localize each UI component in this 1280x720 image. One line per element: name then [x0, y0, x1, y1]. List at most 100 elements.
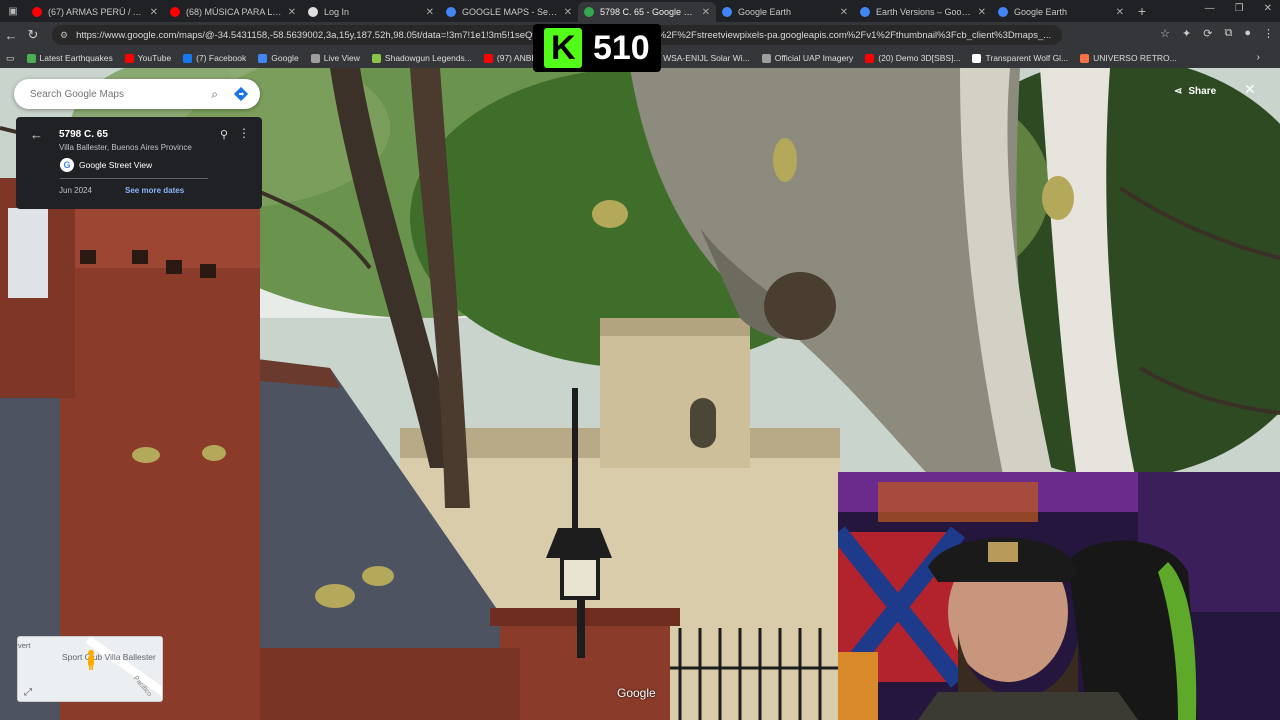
- tab-title: GOOGLE MAPS - Search: [462, 7, 560, 17]
- bookmark-favicon-icon: [371, 53, 381, 63]
- browser-tab[interactable]: 5798 C. 65 - Google Maps ✕: [578, 2, 716, 22]
- bookmark-item[interactable]: YouTube: [124, 53, 172, 63]
- bookmark-label: Live View: [323, 53, 360, 63]
- bookmark-favicon-icon: [972, 53, 982, 63]
- tab-search-icon[interactable]: ▣: [0, 0, 26, 22]
- bookmark-item[interactable]: Transparent Wolf Gl...: [972, 53, 1068, 63]
- maps-search-input[interactable]: [30, 88, 206, 100]
- bookmark-label: (20) Demo 3D[SBS]...: [878, 53, 961, 63]
- extensions-puzzle-icon[interactable]: ⧉: [1224, 27, 1232, 40]
- more-options-icon[interactable]: ⋮: [238, 126, 250, 140]
- bookmark-label: (7) Facebook: [196, 53, 247, 63]
- tab-title: (68) MÚSICA PARA LEER: [186, 7, 284, 17]
- browser-tab[interactable]: Earth Versions – Google Earth ✕: [854, 2, 992, 22]
- toolbar-icons: ☆ ✦ ⟳ ⧉ ● ⋮: [1160, 27, 1274, 40]
- tab-close-icon[interactable]: ✕: [426, 7, 434, 18]
- bookmark-item[interactable]: Latest Earthquakes: [26, 53, 113, 63]
- webcam-overlay: [838, 472, 1280, 720]
- maps-search-box: ⌕: [14, 79, 260, 109]
- tab-close-icon[interactable]: ✕: [288, 7, 296, 18]
- bookmark-item[interactable]: (20) Demo 3D[SBS]...: [865, 53, 960, 63]
- tab-favicon-icon: [446, 7, 456, 17]
- bookmark-item[interactable]: Google: [258, 53, 299, 63]
- bookmark-favicon-icon: [1080, 53, 1090, 63]
- tab-title: Google Earth: [1014, 7, 1068, 17]
- browser-tab[interactable]: Google Earth ✕: [716, 2, 854, 22]
- place-info-card: ← 5798 C. 65 Villa Ballester, Buenos Air…: [16, 117, 262, 209]
- tab-favicon-icon: [308, 7, 318, 17]
- bookmark-item[interactable]: WSA-ENIJL Solar Wi...: [650, 53, 750, 63]
- bookmark-item[interactable]: Shadowgun Legends...: [371, 53, 472, 63]
- tab-close-icon[interactable]: ✕: [840, 7, 848, 18]
- apps-icon[interactable]: ▭: [6, 53, 15, 64]
- back-icon[interactable]: ←: [0, 28, 22, 43]
- minimap-label-left: vert: [18, 641, 31, 650]
- bookmark-label: YouTube: [137, 53, 172, 63]
- tab-title: (67) ARMAS PERÚ / ARMAS: [48, 7, 146, 17]
- tab-close-icon[interactable]: ✕: [978, 7, 986, 18]
- tab-close-icon[interactable]: ✕: [1116, 7, 1124, 18]
- new-tab-button[interactable]: +: [1130, 3, 1154, 19]
- minimap-label-place: Sport Club Villa Ballester: [62, 652, 156, 662]
- close-window-icon[interactable]: ✕: [1264, 3, 1272, 14]
- bookmark-item[interactable]: Official UAP Imagery: [761, 53, 854, 63]
- browser-tab[interactable]: Log In ✕: [302, 2, 440, 22]
- minimize-icon[interactable]: —: [1205, 3, 1215, 14]
- map-pin-icon[interactable]: ⚲: [220, 128, 228, 141]
- browser-tab[interactable]: (67) ARMAS PERÚ / ARMAS ✕: [26, 2, 164, 22]
- expand-map-icon[interactable]: ⤢: [24, 687, 32, 698]
- tab-favicon-icon: [860, 7, 870, 17]
- bookmark-label: WSA-ENIJL Solar Wi...: [663, 53, 750, 63]
- search-icon[interactable]: ⌕: [211, 87, 218, 102]
- bookmark-item[interactable]: Live View: [310, 53, 360, 63]
- tab-title: 5798 C. 65 - Google Maps: [600, 7, 698, 17]
- bookmark-favicon-icon: [483, 53, 493, 63]
- browser-tab[interactable]: (68) MÚSICA PARA LEER ✕: [164, 2, 302, 22]
- tab-favicon-icon: [32, 7, 42, 17]
- place-locality: Villa Ballester, Buenos Aires Province: [59, 143, 192, 152]
- minimap[interactable]: vert Sport Club Villa Ballester Pacifico…: [17, 636, 163, 702]
- reload-icon[interactable]: ↻: [22, 27, 44, 43]
- kick-logo-icon: K: [544, 28, 583, 68]
- bookmarks-overflow-icon[interactable]: ›: [1257, 52, 1260, 63]
- tab-close-icon[interactable]: ✕: [150, 7, 158, 18]
- window-controls: — ❐ ✕: [1205, 3, 1272, 14]
- bookmark-item[interactable]: (7) Facebook: [183, 53, 246, 63]
- share-button[interactable]: ⋖ Share: [1166, 81, 1224, 101]
- pegman-icon[interactable]: [86, 649, 96, 671]
- bookmark-favicon-icon: [183, 53, 193, 63]
- see-more-dates-link[interactable]: See more dates: [125, 186, 184, 195]
- tab-favicon-icon: [584, 7, 594, 17]
- tab-title: Earth Versions – Google Earth: [876, 7, 974, 17]
- bookmark-favicon-icon: [124, 53, 134, 63]
- tab-title: Log In: [324, 7, 350, 17]
- tab-close-icon[interactable]: ✕: [702, 7, 710, 18]
- bookmark-label: Official UAP Imagery: [774, 53, 854, 63]
- back-arrow-icon[interactable]: ←: [30, 127, 43, 142]
- tab-close-icon[interactable]: ✕: [564, 7, 572, 18]
- webcam-feed: [838, 472, 1280, 720]
- bookmark-star-icon[interactable]: ☆: [1160, 27, 1170, 40]
- google-logo-icon: G: [60, 158, 74, 172]
- site-info-icon[interactable]: ⚙: [60, 30, 68, 41]
- url-text-tail: ttps%2F%2Fstreetviewpixels-pa.googleapis…: [642, 29, 1052, 41]
- imagery-source: G Google Street View: [60, 158, 152, 172]
- browser-tab[interactable]: Google Earth ✕: [992, 2, 1130, 22]
- bookmark-favicon-icon: [761, 53, 771, 63]
- sync-icon[interactable]: ⟳: [1203, 27, 1212, 40]
- directions-icon[interactable]: [234, 87, 248, 101]
- tab-list: (67) ARMAS PERÚ / ARMAS✕(68) MÚSICA PARA…: [26, 0, 1130, 22]
- close-street-view-icon[interactable]: ✕: [1244, 81, 1256, 98]
- restore-icon[interactable]: ❐: [1235, 3, 1244, 14]
- share-label: Share: [1188, 85, 1217, 97]
- divider: [60, 178, 208, 179]
- google-watermark: Google: [617, 686, 656, 700]
- extension-icon[interactable]: ✦: [1182, 27, 1191, 40]
- bookmark-favicon-icon: [310, 53, 320, 63]
- profile-avatar[interactable]: ●: [1244, 27, 1251, 40]
- bookmark-item[interactable]: UNIVERSO RETRO...: [1080, 53, 1177, 63]
- menu-icon[interactable]: ⋮: [1263, 27, 1274, 40]
- bookmark-favicon-icon: [258, 53, 268, 63]
- browser-tab[interactable]: GOOGLE MAPS - Search ✕: [440, 2, 578, 22]
- tab-strip: ▣ (67) ARMAS PERÚ / ARMAS✕(68) MÚSICA PA…: [0, 0, 1280, 22]
